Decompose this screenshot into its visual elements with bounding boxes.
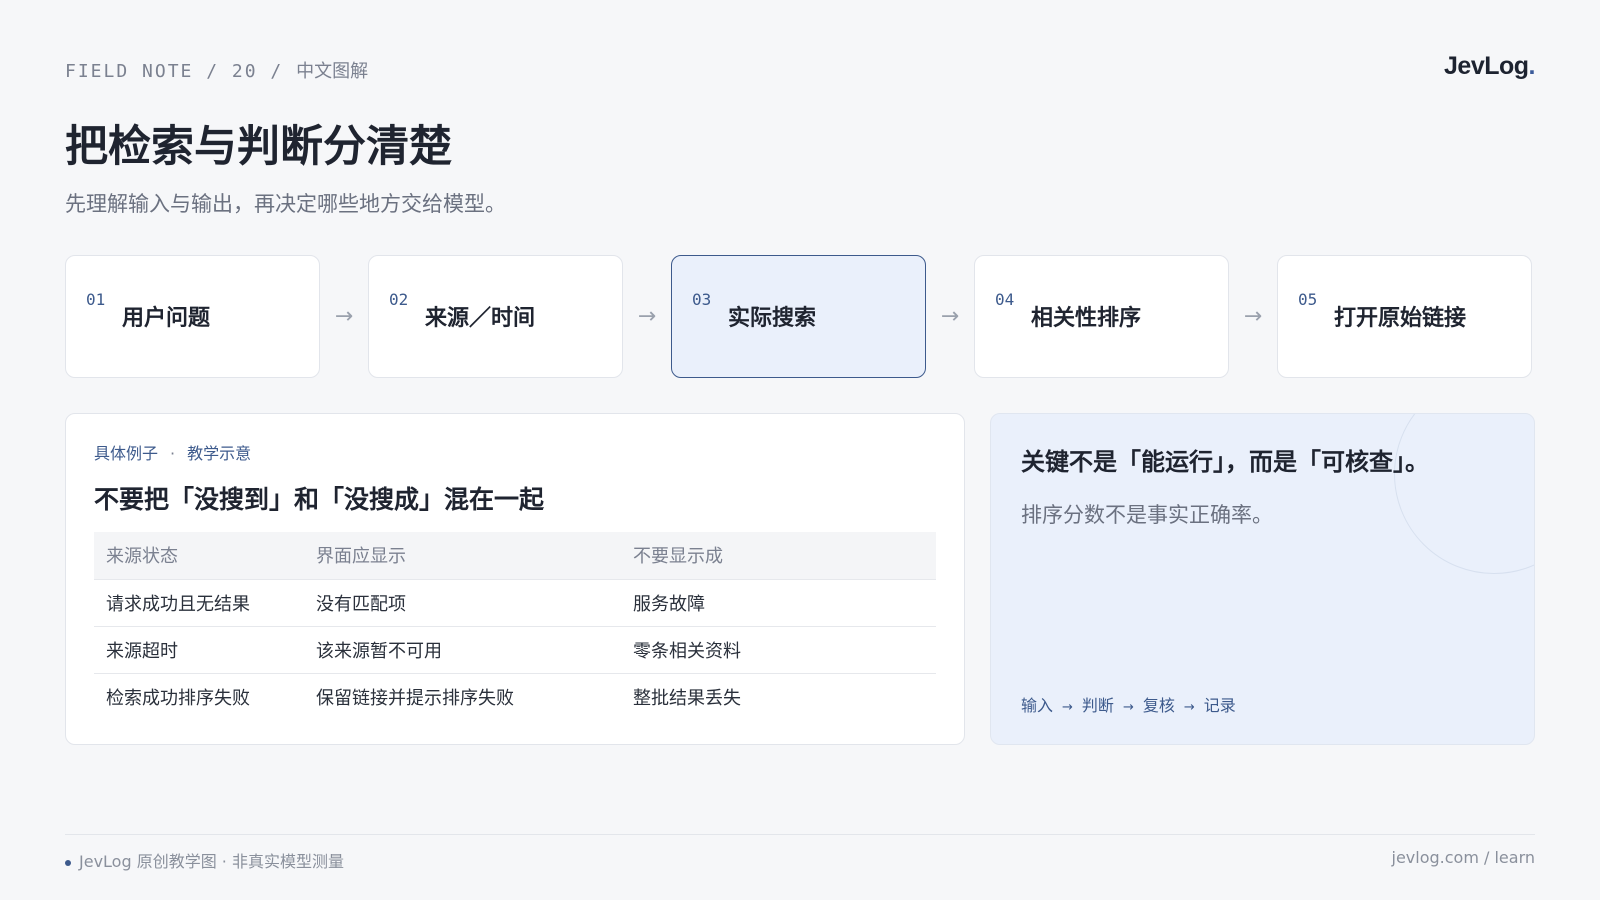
table-header-cell: 来源状态: [94, 532, 304, 579]
insight-card: 关键不是「能运行」，而是「可核查」。 排序分数不是事实正确率。 输入 → 判断 → 复核…: [990, 413, 1535, 745]
example-title: 不要把「没搜到」和「没搜成」混在一起: [94, 485, 545, 514]
step-card-03-active: 03 实际搜索: [671, 255, 926, 378]
bullet-dot-icon: [65, 859, 71, 866]
table-cell: 整批结果丢失: [621, 672, 936, 720]
table-cell: 请求成功且无结果: [94, 578, 304, 626]
tag-separator: ·: [170, 444, 176, 463]
eyebrow: FIELD NOTE / 20 / 中文图解: [65, 57, 368, 83]
arrow-right-icon: →: [1183, 700, 1195, 715]
footer-divider: [65, 834, 1535, 835]
step-card-05: 05 打开原始链接: [1277, 255, 1532, 378]
logo-dot: .: [1528, 52, 1536, 80]
step-card-01: 01 用户问题: [65, 255, 320, 378]
table-cell: 来源超时: [94, 625, 304, 673]
arrow-right-icon: →: [637, 304, 657, 329]
status-table: 来源状态 界面应显示 不要显示成 请求成功且无结果 没有匹配项 服务故障 来源超…: [94, 532, 936, 720]
step-card-04: 04 相关性排序: [974, 255, 1229, 378]
step-label: 用户问题: [122, 306, 211, 331]
flow-sequence: 输入 → 判断 → 复核 → 记录: [1021, 692, 1236, 716]
arrow-right-icon: →: [940, 304, 960, 329]
step-label: 打开原始链接: [1334, 306, 1467, 331]
footer-url: jevlog.com / learn: [1391, 848, 1536, 867]
table-header-cell: 界面应显示: [304, 532, 621, 579]
example-tags: 具体例子 · 教学示意: [94, 440, 936, 464]
insight-body: 排序分数不是事实正确率。: [1021, 503, 1273, 527]
step-number: 05: [1298, 290, 1318, 309]
footer-note-text: JevLog 原创教学图 · 非真实模型测量: [79, 852, 344, 871]
table-row: 检索成功排序失败 保留链接并提示排序失败 整批结果丢失: [94, 672, 936, 720]
tag-teaching: 教学示意: [187, 444, 252, 463]
table-cell: 服务故障: [621, 578, 936, 626]
table-cell: 保留链接并提示排序失败: [304, 672, 621, 720]
table-cell: 该来源暂不可用: [304, 625, 621, 673]
eyebrow-zh: 中文图解: [296, 61, 369, 82]
page-subtitle: 先理解输入与输出，再决定哪些地方交给模型。: [65, 192, 506, 216]
arrow-right-icon: →: [1243, 304, 1263, 329]
example-card: 具体例子 · 教学示意 不要把「没搜到」和「没搜成」混在一起 来源状态 界面应显示 …: [65, 413, 965, 745]
table-header-row: 来源状态 界面应显示 不要显示成: [94, 532, 936, 579]
process-steps: 01 用户问题 → 02 来源／时间 → 03 实际搜索 → 04 相关性排序 …: [65, 255, 1532, 378]
decorative-circle: [1394, 414, 1534, 574]
table-header-cell: 不要显示成: [621, 532, 936, 579]
flow-step: 复核: [1142, 696, 1175, 715]
tag-example: 具体例子: [94, 444, 159, 463]
flow-step: 输入: [1021, 696, 1054, 715]
logo: JevLog.: [1444, 52, 1536, 81]
arrow-right-icon: →: [1122, 700, 1134, 715]
logo-text: JevLog: [1444, 52, 1529, 80]
table-cell: 检索成功排序失败: [94, 672, 304, 720]
table-cell: 零条相关资料: [621, 625, 936, 673]
eyebrow-prefix: FIELD NOTE / 20 /: [65, 61, 297, 82]
arrow-right-icon: →: [1062, 700, 1073, 715]
step-number: 03: [692, 290, 712, 309]
step-number: 02: [389, 290, 409, 309]
flow-step: 记录: [1203, 696, 1236, 715]
step-number: 01: [86, 290, 106, 309]
table-row: 来源超时 该来源暂不可用 零条相关资料: [94, 625, 936, 673]
table-cell: 没有匹配项: [304, 578, 621, 626]
step-number: 04: [995, 290, 1015, 309]
insight-title: 关键不是「能运行」，而是「可核查」。: [1021, 448, 1429, 476]
step-label: 来源／时间: [425, 306, 536, 331]
flow-step: 判断: [1081, 696, 1114, 715]
step-card-02: 02 来源／时间: [368, 255, 623, 378]
arrow-right-icon: →: [334, 304, 354, 329]
step-label: 相关性排序: [1031, 306, 1142, 331]
footer-note: JevLog 原创教学图 · 非真实模型测量: [65, 848, 344, 872]
step-label: 实际搜索: [728, 306, 817, 331]
page-title: 把检索与判断分清楚: [65, 122, 452, 172]
table-row: 请求成功且无结果 没有匹配项 服务故障: [94, 578, 936, 626]
